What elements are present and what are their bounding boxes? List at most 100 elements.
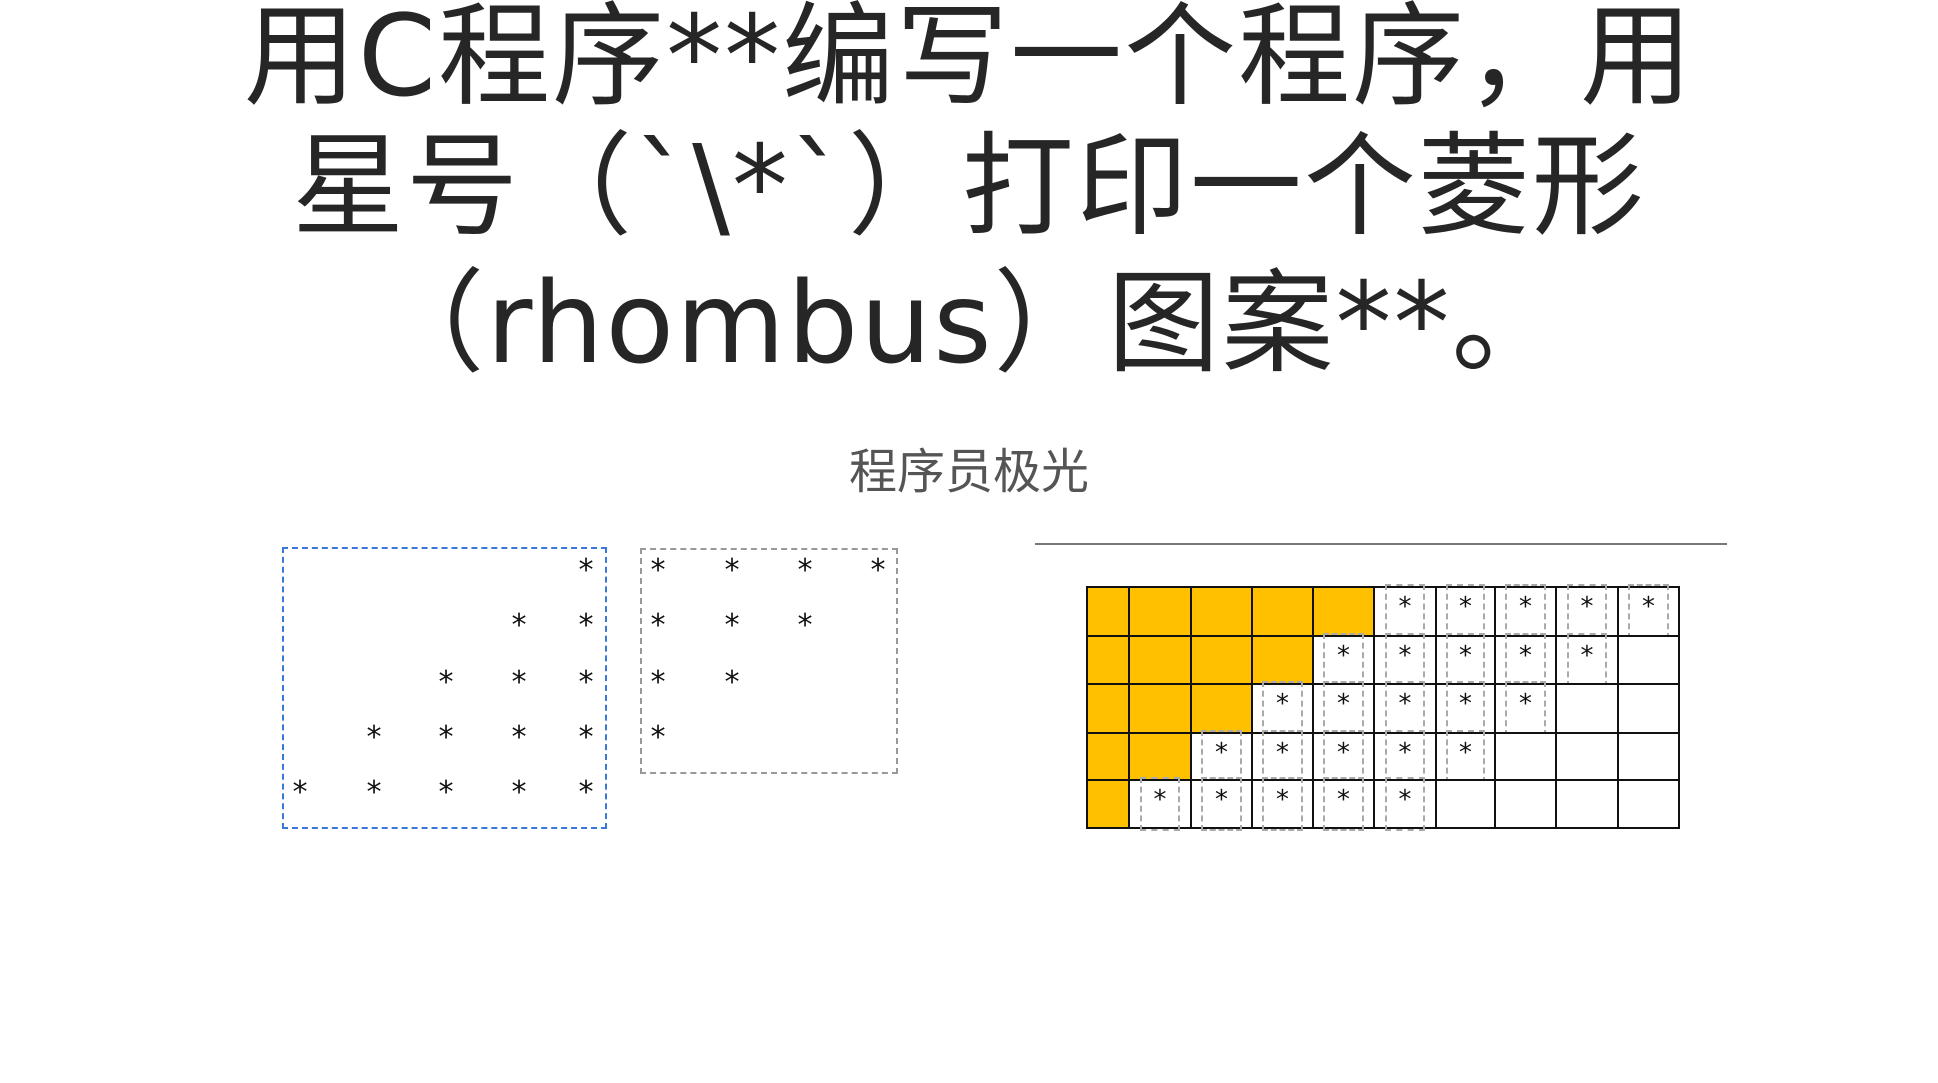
right-triangle-star: * [722,608,742,643]
grid-cell-star: * [1251,730,1314,783]
right-triangle-star: * [648,720,668,755]
left-triangle-star: * [576,775,596,810]
grid-cell-star: * [1251,681,1314,736]
grid-cell-empty [1494,732,1557,781]
grid-cell-star: * [1435,584,1496,639]
title-line-2: 星号（`\*`）打印一个菱形 [292,122,1646,252]
grid-star: * [1274,689,1291,719]
grid-cell-empty [1555,779,1619,829]
right-triangle-star: * [648,608,668,643]
grid-star: * [1335,641,1352,671]
left-triangle-star: * [576,665,596,700]
left-triangle-star: * [509,775,529,810]
grid-cell-space [1190,635,1253,685]
grid-star: * [1335,689,1352,719]
left-triangle-star: * [576,553,596,588]
grid-cell-star: * [1435,730,1496,783]
grid-cell-star: * [1617,584,1680,639]
grid-star: * [1152,785,1168,815]
grid-cell-star: * [1555,633,1619,687]
grid-cell-star: * [1190,730,1253,783]
grid-cell-star: * [1312,777,1375,831]
grid-cell-empty [1617,732,1680,781]
grid-cell-star: * [1373,633,1437,687]
right-triangle-star: * [868,553,888,588]
grid-star: * [1397,592,1413,622]
right-triangle-star: * [722,553,742,588]
grid-cell-space [1128,683,1192,734]
title-line-1: 用C程序**编写一个程序，用 [243,0,1695,122]
left-triangle-star: * [364,720,384,755]
grid-cell-space [1086,732,1130,781]
grid-cell-empty [1617,779,1680,829]
grid-cell-star: * [1312,730,1375,783]
grid-star: * [1213,738,1230,768]
left-triangle-star: * [436,720,456,755]
grid-cell-empty [1555,732,1619,781]
grid-cell-space [1190,683,1253,734]
grid-cell-empty [1494,779,1557,829]
grid-star: * [1457,738,1474,768]
grid-star: * [1579,641,1595,671]
grid-cell-space [1251,635,1314,685]
left-triangle-star: * [509,608,529,643]
right-triangle-star: * [795,553,815,588]
divider-line [1035,543,1727,545]
grid-cell-space [1086,779,1130,829]
grid-cell-star: * [1373,584,1437,639]
grid-cell-space [1128,732,1192,781]
grid-cell-space [1251,586,1314,637]
grid-cell-star: * [1435,681,1496,736]
grid-cell-star: * [1494,681,1557,736]
grid-cell-star: * [1494,584,1557,639]
grid-star: * [1457,641,1474,671]
grid-star: * [1213,785,1230,815]
left-triangle-star: * [436,775,456,810]
grid-star: * [1457,689,1474,719]
grid-cell-space [1190,586,1253,637]
right-triangle-star: * [722,665,742,700]
grid-star: * [1397,641,1413,671]
grid-star: * [1397,738,1413,768]
right-triangle-box [640,548,898,774]
grid-star: * [1335,785,1352,815]
grid-star: * [1517,641,1534,671]
grid-cell-star: * [1312,633,1375,687]
grid-cell-star: * [1555,584,1619,639]
left-triangle-star: * [576,608,596,643]
grid-star: * [1335,738,1352,768]
grid-star: * [1517,689,1534,719]
grid-cell-space [1128,586,1192,637]
grid-cell-space [1312,586,1375,637]
left-triangle-star: * [290,775,310,810]
left-triangle-star: * [364,775,384,810]
grid-cell-star: * [1312,681,1375,736]
grid-star: * [1397,785,1413,815]
grid-cell-star: * [1251,777,1314,831]
grid-cell-space [1086,635,1130,685]
grid-star: * [1579,592,1595,622]
grid-star: * [1457,592,1474,622]
title-line-3: （rhombus）图案**。 [372,259,1566,389]
grid-star: * [1640,592,1657,622]
left-triangle-star: * [509,720,529,755]
grid-cell-empty [1555,683,1619,734]
grid-cell-star: * [1435,633,1496,687]
grid-cell-star: * [1190,777,1253,831]
grid-cell-star: * [1373,681,1437,736]
left-triangle-star: * [509,665,529,700]
grid-cell-space [1086,586,1130,637]
grid-cell-star: * [1373,777,1437,831]
grid-cell-empty [1435,779,1496,829]
grid-star: * [1274,785,1291,815]
grid-star: * [1274,738,1291,768]
left-triangle-star: * [576,720,596,755]
grid-star: * [1397,689,1413,719]
right-triangle-star: * [648,553,668,588]
grid-cell-space [1086,683,1130,734]
grid-cell-empty [1617,635,1680,685]
author-subtitle: 程序员极光 [848,444,1089,500]
grid-cell-star: * [1373,730,1437,783]
grid-cell-star: * [1128,777,1192,831]
grid-star: * [1517,592,1534,622]
